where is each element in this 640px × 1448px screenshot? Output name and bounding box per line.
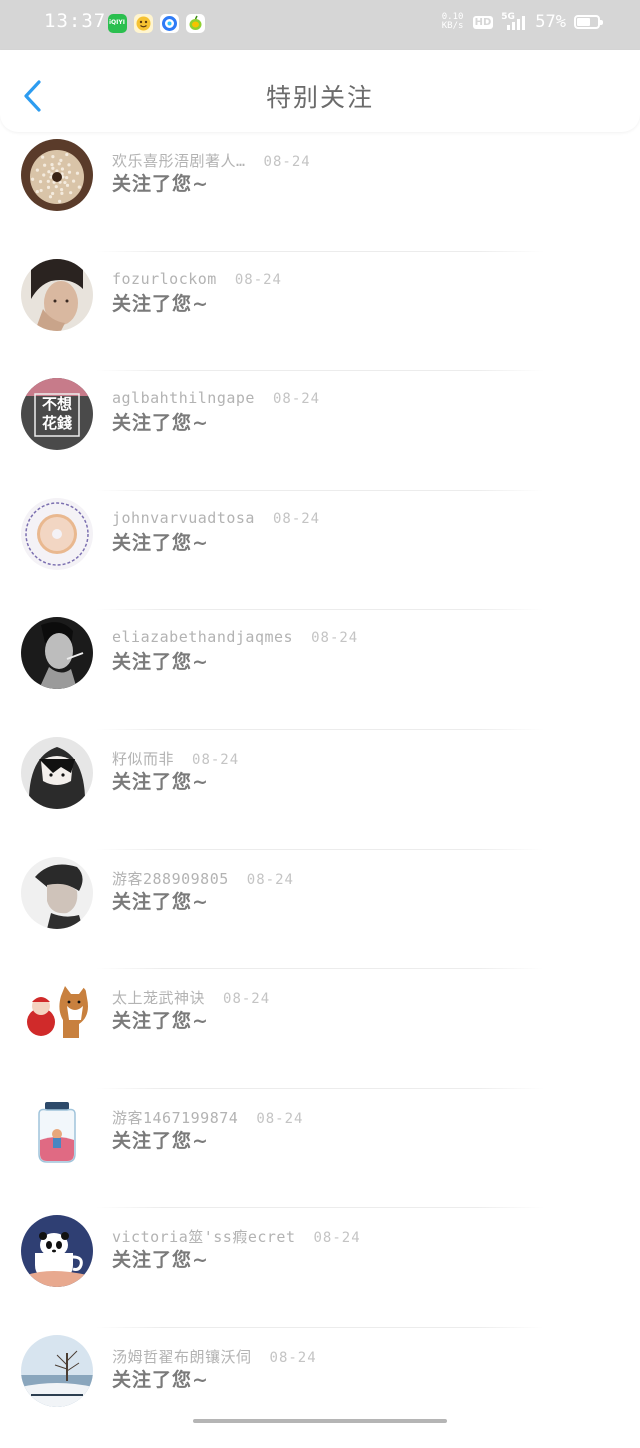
avatar-text: 不想 [41,395,72,414]
list-item[interactable]: eliazabethandjaqmes 08-24 关注了您~ [0,610,640,730]
item-date: 08-24 [272,391,321,408]
list-item[interactable]: fozurlockom 08-24 关注了您~ [0,252,640,372]
iqiyi-label: iQIYI [109,19,125,26]
battery-icon [574,15,603,29]
user-name[interactable]: 游客288909805 [112,868,229,889]
item-action: 关注了您~ [112,173,209,195]
status-bar: 13:37 iQIYI 0.10 KB/s HD 5G 57% [0,0,640,50]
avatar[interactable] [21,976,93,1049]
iqiyi-app-icon: iQIYI [108,14,127,33]
network-speed: 0.10 KB/s [441,13,465,31]
avatar-text: 花錢 [41,414,72,433]
avatar[interactable] [21,1215,93,1288]
status-app-icons: iQIYI [108,14,205,33]
user-name[interactable]: aglbahthilngape [112,389,255,407]
item-meta: 游客1467199874 08-24 [112,1107,303,1128]
item-action: 关注了您~ [112,531,209,554]
follow-list: 欢乐喜彤浯剧著人… 08-24 关注了您~ fozurlockom 08-24 关注了您~… [0,132,640,1448]
avatar[interactable] [21,258,93,331]
item-meta: 太上茏武神诀 08-24 [112,987,270,1008]
lemon-app-icon [186,14,205,33]
avatar[interactable] [21,736,93,809]
item-action: 关注了您~ [112,292,209,315]
battery-level [577,18,590,26]
item-meta: johnvarvuadtosa 08-24 [112,509,320,527]
avatar[interactable] [21,617,93,690]
user-name[interactable]: victoria筮'ss瘕ecret [112,1226,296,1247]
avatar[interactable] [21,856,93,929]
item-date: 08-24 [269,1349,317,1366]
user-name[interactable]: 游客1467199874 [112,1107,238,1128]
item-action: 关注了您~ [112,651,209,674]
item-meta: aglbahthilngape 08-24 [112,389,320,407]
signal-icon: 5G [501,12,527,32]
list-item[interactable]: 游客1467199874 08-24 关注了您~ [0,1089,640,1209]
avatar[interactable] [21,139,93,211]
user-name[interactable]: 太上茏武神诀 [112,987,205,1008]
avatar[interactable]: 不想 花錢 [21,378,93,451]
user-name[interactable]: 汤姆哲翟布朗镶沃伺 [112,1346,252,1367]
header: 特别关注 [0,50,640,132]
face-app-icon [134,14,153,33]
network-speed-unit: KB/s [441,21,464,31]
avatar[interactable] [21,497,93,570]
status-indicators: 0.10 KB/s HD 5G 57% [441,12,603,32]
item-action: 关注了您~ [112,1010,209,1033]
hd-badge: HD [472,15,494,29]
list-item[interactable]: victoria筮'ss瘕ecret 08-24 关注了您~ [0,1208,640,1328]
status-time: 13:37 [44,10,107,32]
user-name[interactable]: fozurlockom [112,270,217,288]
item-date: 08-24 [234,271,282,288]
item-action: 关注了您~ [112,412,209,435]
item-meta: fozurlockom 08-24 [112,270,282,288]
list-item[interactable]: 籽似而非 08-24 关注了您~ [0,730,640,850]
item-action: 关注了您~ [112,1249,209,1272]
item-date: 08-24 [311,630,359,647]
item-action: 关注了您~ [112,1129,209,1152]
item-date: 08-24 [272,510,321,527]
item-date: 08-24 [256,1110,304,1127]
item-date: 08-24 [313,1230,361,1247]
list-item[interactable]: 汤姆哲翟布朗镶沃伺 08-24 关注了您~ [0,1328,640,1448]
list-item[interactable]: 不想 花錢 aglbahthilngape 08-24 关注了您~ [0,371,640,491]
home-indicator[interactable] [193,1419,447,1423]
item-date: 08-24 [192,751,240,768]
list-item[interactable]: 太上茏武神诀 08-24 关注了您~ [0,969,640,1089]
item-action: 关注了您~ [112,890,209,913]
list-item[interactable]: 游客288909805 08-24 关注了您~ [0,850,640,970]
page-title: 特别关注 [265,83,374,112]
avatar[interactable] [21,1095,93,1168]
item-meta: 汤姆哲翟布朗镶沃伺 08-24 [112,1346,317,1367]
item-meta: eliazabethandjaqmes 08-24 [112,628,358,646]
item-action: 关注了您~ [112,1368,209,1391]
battery-percent: 57% [535,12,566,32]
user-name[interactable]: 欢乐喜彤浯剧著人… [112,150,246,171]
user-name[interactable]: 籽似而非 [112,748,174,769]
item-meta: victoria筮'ss瘕ecret 08-24 [112,1226,361,1247]
item-date: 08-24 [263,154,311,170]
item-date: 08-24 [223,991,271,1008]
item-meta: 欢乐喜彤浯剧著人… 08-24 [112,150,311,171]
qq-browser-app-icon [160,14,179,33]
user-name[interactable]: eliazabethandjaqmes [112,628,293,646]
item-date: 08-24 [246,871,294,888]
item-action: 关注了您~ [112,770,209,793]
list-item[interactable]: 欢乐喜彤浯剧著人… 08-24 关注了您~ [0,132,640,252]
item-meta: 游客288909805 08-24 [112,868,294,889]
item-meta: 籽似而非 08-24 [112,748,239,769]
user-name[interactable]: johnvarvuadtosa [112,509,255,527]
list-item[interactable]: johnvarvuadtosa 08-24 关注了您~ [0,491,640,611]
avatar[interactable] [21,1334,93,1407]
